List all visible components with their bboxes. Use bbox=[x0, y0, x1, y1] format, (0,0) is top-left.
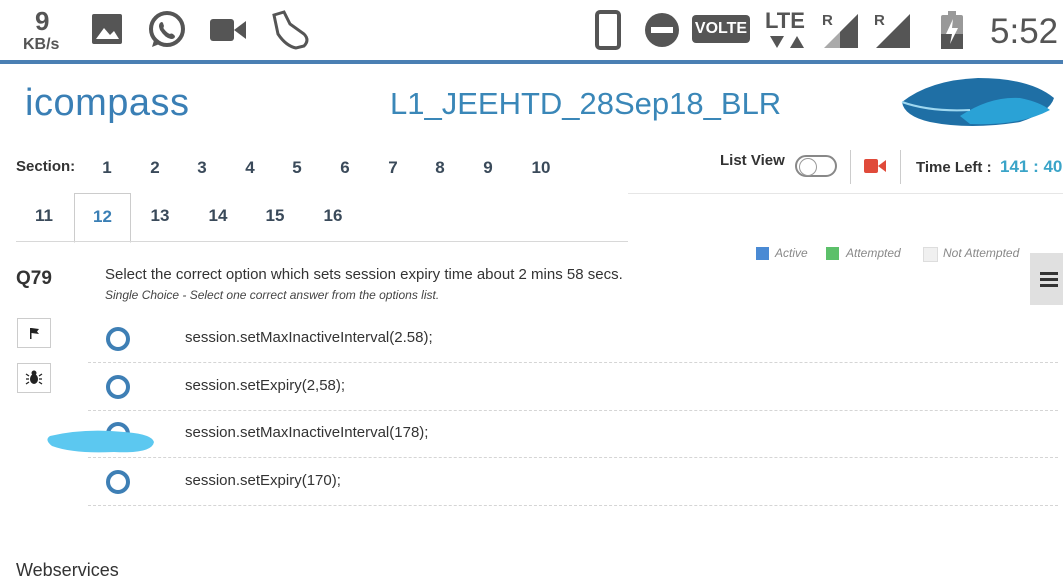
option-row-1[interactable]: session.setMaxInactiveInterval(2.58); bbox=[88, 315, 1058, 363]
section-tab-2[interactable]: 2 bbox=[135, 145, 175, 191]
legend-active-swatch bbox=[756, 247, 769, 260]
gallery-icon bbox=[92, 14, 122, 44]
section-tab-8[interactable]: 8 bbox=[420, 145, 460, 191]
legend-not-attempted-swatch bbox=[923, 247, 938, 262]
android-status-bar: 9 KB/s VOLTE LTE R R 5:52 bbox=[0, 0, 1063, 60]
signal-1-icon bbox=[824, 14, 858, 48]
volte-badge: VOLTE bbox=[692, 15, 750, 43]
status-clock: 5:52 bbox=[990, 12, 1059, 51]
time-left-label: Time Left : bbox=[916, 159, 992, 176]
hamburger-icon bbox=[1040, 272, 1058, 287]
option-text-3: session.setMaxInactiveInterval(178); bbox=[185, 424, 429, 441]
next-section-title: Webservices bbox=[16, 560, 119, 580]
section-tabs-divider bbox=[16, 241, 628, 242]
toolbar-divider bbox=[628, 193, 1063, 194]
option-text-1: session.setMaxInactiveInterval(2.58); bbox=[185, 329, 433, 346]
section-tab-6[interactable]: 6 bbox=[325, 145, 365, 191]
legend-attempted-swatch bbox=[826, 247, 839, 260]
question-text: Select the correct option which sets ses… bbox=[105, 266, 623, 283]
legend-not-attempted-label: Not Attempted bbox=[943, 246, 1020, 260]
option-row-3[interactable]: session.setMaxInactiveInterval(178); bbox=[88, 410, 1058, 458]
net-speed-value: 9 bbox=[35, 6, 50, 36]
option-text-4: session.setExpiry(170); bbox=[185, 472, 341, 489]
do-not-disturb-icon bbox=[645, 13, 679, 47]
list-view-toggle[interactable] bbox=[795, 155, 837, 177]
signal-2-icon bbox=[876, 14, 910, 48]
legend-active-label: Active bbox=[775, 246, 808, 260]
battery-charging-icon bbox=[941, 11, 963, 49]
option-text-2: session.setExpiry(2,58); bbox=[185, 377, 346, 394]
section-tab-7[interactable]: 7 bbox=[373, 145, 413, 191]
section-tab-11[interactable]: 11 bbox=[24, 193, 64, 239]
report-bug-button[interactable] bbox=[17, 363, 51, 393]
bug-icon bbox=[25, 370, 43, 385]
section-tab-9[interactable]: 9 bbox=[468, 145, 508, 191]
data-arrows-icon bbox=[770, 36, 804, 48]
highlighter-scribble bbox=[47, 430, 154, 453]
option-radio-2[interactable] bbox=[106, 375, 130, 399]
section-tab-12[interactable]: 12 bbox=[74, 193, 131, 243]
section-tab-16[interactable]: 16 bbox=[313, 193, 353, 239]
time-left-value: 141 : 40 bbox=[1000, 157, 1063, 176]
status-divider bbox=[0, 60, 1063, 64]
question-number: Q79 bbox=[16, 268, 52, 289]
menu-button[interactable] bbox=[1030, 253, 1063, 305]
flag-button[interactable] bbox=[17, 318, 51, 348]
option-row-4[interactable]: session.setExpiry(170); bbox=[88, 458, 1058, 506]
whatsapp-icon bbox=[149, 11, 185, 47]
lte-label: LTE bbox=[765, 8, 805, 33]
section-tab-13[interactable]: 13 bbox=[140, 193, 180, 239]
video-icon bbox=[210, 19, 246, 41]
section-tab-14[interactable]: 14 bbox=[198, 193, 238, 239]
net-speed-unit: KB/s bbox=[23, 36, 60, 53]
legend-attempted-label: Attempted bbox=[846, 246, 901, 260]
question-instruction: Single Choice - Select one correct answe… bbox=[105, 288, 440, 302]
video-camera-icon[interactable] bbox=[864, 158, 886, 174]
section-tab-1[interactable]: 1 bbox=[87, 145, 127, 191]
icompass-logo: icompass bbox=[25, 82, 190, 124]
toggle-knob bbox=[799, 158, 817, 176]
toolbar-separator-2 bbox=[900, 150, 901, 184]
test-title: L1_JEEHTD_28Sep18_BLR bbox=[390, 86, 782, 121]
option-row-2[interactable]: session.setExpiry(2,58); bbox=[88, 363, 1058, 411]
section-tab-10[interactable]: 10 bbox=[521, 145, 561, 191]
section-tab-5[interactable]: 5 bbox=[277, 145, 317, 191]
phone-icon bbox=[595, 10, 621, 50]
toolbar-separator bbox=[850, 150, 851, 184]
brand-wave-logo bbox=[901, 78, 1054, 126]
flag-icon bbox=[30, 328, 39, 339]
option-radio-1[interactable] bbox=[106, 327, 130, 351]
section-label: Section: bbox=[16, 158, 76, 175]
section-tab-3[interactable]: 3 bbox=[182, 145, 222, 191]
option-radio-4[interactable] bbox=[106, 470, 130, 494]
section-tab-15[interactable]: 15 bbox=[255, 193, 295, 239]
section-tab-4[interactable]: 4 bbox=[230, 145, 270, 191]
shoe-icon bbox=[272, 10, 309, 50]
list-view-label: List View bbox=[720, 152, 785, 169]
